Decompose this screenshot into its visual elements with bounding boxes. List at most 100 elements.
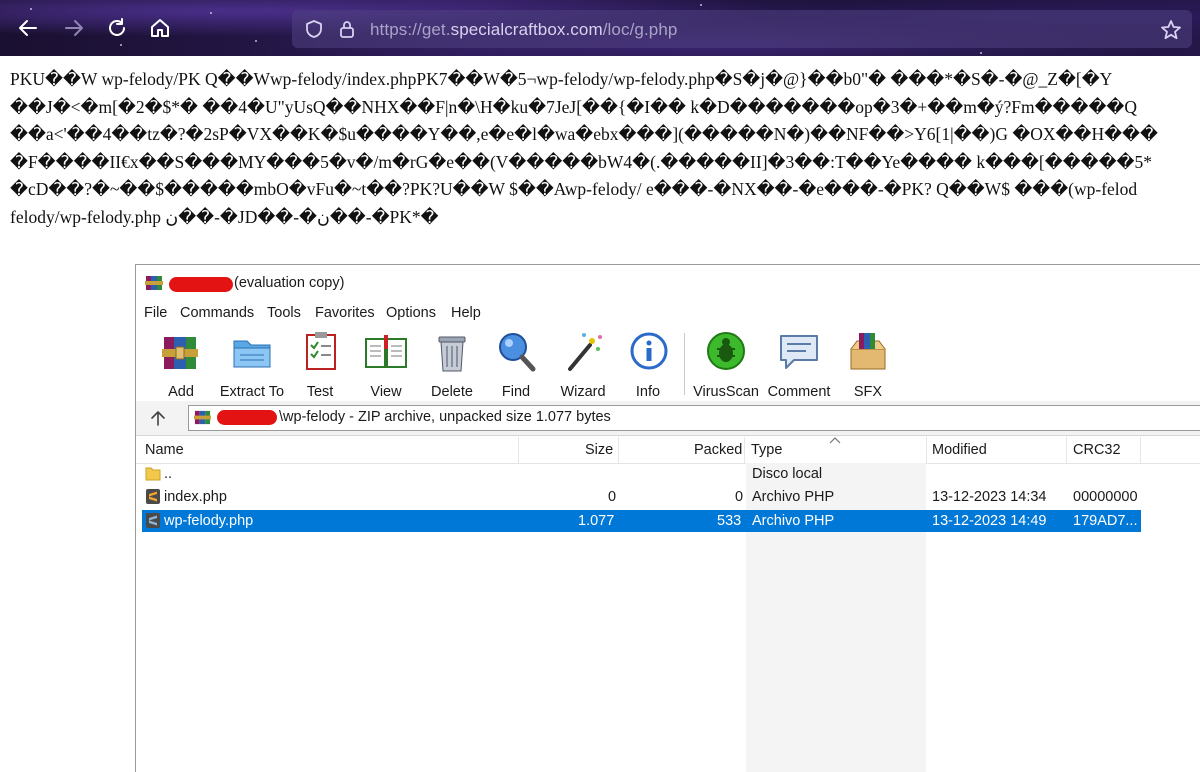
extract-to-button[interactable]: Extract To xyxy=(216,329,288,400)
column-modified[interactable]: Modified xyxy=(932,442,987,458)
path-field[interactable]: \wp-felody - ZIP archive, unpacked size … xyxy=(188,405,1200,431)
toolbar-separator xyxy=(684,333,685,395)
sublime-file-icon xyxy=(146,513,160,528)
menu-favorites[interactable]: Favorites xyxy=(315,305,375,321)
url-text[interactable]: https://get.specialcraftbox.com/loc/g.ph… xyxy=(370,20,677,40)
add-archive-icon xyxy=(162,337,198,369)
back-button[interactable] xyxy=(14,14,42,42)
path-bar: \wp-felody - ZIP archive, unpacked size … xyxy=(136,401,1200,436)
archive-icon xyxy=(194,410,211,425)
column-divider[interactable] xyxy=(1140,437,1141,463)
column-crc32[interactable]: CRC32 xyxy=(1073,442,1121,458)
file-row-wp-felody-php[interactable]: wp-felody.php 1.077 533 Archivo PHP 13-1… xyxy=(142,510,1141,532)
file-row-parent[interactable]: .. Disco local xyxy=(142,463,1141,485)
archive-path-text: \wp-felody - ZIP archive, unpacked size … xyxy=(279,409,611,425)
arrow-up-icon[interactable] xyxy=(148,408,168,428)
menu-options[interactable]: Options xyxy=(386,305,436,321)
raw-text-line: ��a<'��4��tz�?�2sP�VX��K�$u����Y��,e�e�l… xyxy=(10,124,1158,144)
file-type: Archivo PHP xyxy=(752,489,835,505)
menu-tools[interactable]: Tools xyxy=(267,305,301,321)
info-label: Info xyxy=(635,384,661,400)
raw-text-line: ��J�<�m[�2�$*� ��4�U"yUsQ��NHX��F|n�\H�k… xyxy=(10,96,1137,117)
file-row-index-php[interactable]: index.php 0 0 Archivo PHP 13-12-2023 14:… xyxy=(142,486,1141,508)
sfx-label: SFX xyxy=(853,384,883,400)
column-divider[interactable] xyxy=(518,437,519,463)
file-packed: 533 xyxy=(717,513,742,529)
delete-label: Delete xyxy=(431,384,473,400)
column-packed[interactable]: Packed xyxy=(694,442,742,458)
url-path: /loc/g.php xyxy=(602,20,678,39)
file-type: Disco local xyxy=(752,466,823,482)
forward-button[interactable] xyxy=(60,14,88,42)
delete-button[interactable]: Delete xyxy=(428,329,476,400)
toolbar: Add Extract To Test View Delete Find Wiz… xyxy=(136,327,1200,402)
virusscan-button[interactable]: VirusScan xyxy=(693,329,759,400)
file-list-header: Name Size Packed Type Modified CRC32 xyxy=(136,437,1200,464)
arrow-left-icon xyxy=(19,20,37,36)
magic-wand-icon xyxy=(568,333,602,371)
sfx-box-icon xyxy=(850,333,886,370)
bug-icon xyxy=(707,332,745,370)
column-divider[interactable] xyxy=(744,437,745,463)
column-divider[interactable] xyxy=(1066,437,1067,463)
lock-icon[interactable] xyxy=(338,19,356,39)
test-button[interactable]: Test xyxy=(298,329,342,400)
background-star xyxy=(120,44,122,46)
view-label: View xyxy=(370,384,402,400)
speech-bubble-icon xyxy=(780,335,818,369)
browser-toolbar: https://get.specialcraftbox.com/loc/g.ph… xyxy=(0,0,1200,56)
file-size: 0 xyxy=(608,489,617,505)
file-type: Archivo PHP xyxy=(752,513,835,529)
trash-icon xyxy=(438,336,466,372)
reload-button[interactable] xyxy=(103,14,131,42)
home-button[interactable] xyxy=(146,14,174,42)
reload-icon xyxy=(109,18,125,36)
shield-icon[interactable] xyxy=(304,19,324,39)
column-size[interactable]: Size xyxy=(585,442,613,458)
column-name[interactable]: Name xyxy=(145,442,184,458)
window-title: (evaluation copy) xyxy=(234,275,345,291)
redaction-mark xyxy=(169,277,233,292)
folder-icon xyxy=(145,467,161,481)
virusscan-label: VirusScan xyxy=(693,384,759,400)
comment-button[interactable]: Comment xyxy=(766,329,832,400)
background-star xyxy=(255,40,257,42)
file-size: 1.077 xyxy=(578,513,615,529)
column-type[interactable]: Type xyxy=(751,442,782,458)
background-star xyxy=(210,12,212,14)
add-button[interactable]: Add xyxy=(157,329,205,400)
find-button[interactable]: Find xyxy=(493,329,539,400)
title-bar[interactable]: (evaluation copy) xyxy=(136,265,1200,301)
file-crc32: 179AD7... xyxy=(1073,513,1138,529)
info-button[interactable]: Info xyxy=(626,329,670,400)
raw-text-line: PKU��W wp-felody/PK Q��Wwp-felody/index.… xyxy=(10,69,1113,89)
column-divider[interactable] xyxy=(926,437,927,463)
background-star xyxy=(30,8,32,10)
home-icon xyxy=(151,19,169,37)
bookmark-star-icon[interactable] xyxy=(1160,19,1182,41)
column-divider[interactable] xyxy=(618,437,619,463)
book-icon xyxy=(365,335,407,368)
menu-file[interactable]: File xyxy=(144,305,167,321)
address-bar[interactable]: https://get.specialcraftbox.com/loc/g.ph… xyxy=(292,10,1192,48)
background-star xyxy=(980,52,982,54)
raw-text-line: felody/wp-felody.php ن��-�JD��-�ن��-�PK*… xyxy=(10,206,439,227)
file-packed: 0 xyxy=(735,489,744,505)
view-button[interactable]: View xyxy=(360,329,412,400)
sublime-file-icon xyxy=(146,489,160,504)
info-icon xyxy=(630,332,668,370)
clipboard-check-icon xyxy=(306,332,336,370)
sfx-button[interactable]: SFX xyxy=(842,329,894,400)
wizard-button[interactable]: Wizard xyxy=(557,329,609,400)
raw-text-line: �F����II€x��S���MY���5�v�/m�rG�e��(V����… xyxy=(10,151,1152,172)
menu-help[interactable]: Help xyxy=(451,305,481,321)
background-star xyxy=(700,4,702,6)
wizard-label: Wizard xyxy=(560,384,606,400)
raw-page-content: PKU��W wp-felody/PK Q��Wwp-felody/index.… xyxy=(10,66,1200,231)
url-host: specialcraftbox.com xyxy=(450,20,603,39)
file-name: index.php xyxy=(164,489,227,505)
menu-commands[interactable]: Commands xyxy=(180,305,254,321)
file-crc32: 00000000 xyxy=(1073,489,1138,505)
winrar-window: (evaluation copy) File Commands Tools Fa… xyxy=(135,264,1200,772)
file-modified: 13-12-2023 14:34 xyxy=(932,489,1047,505)
